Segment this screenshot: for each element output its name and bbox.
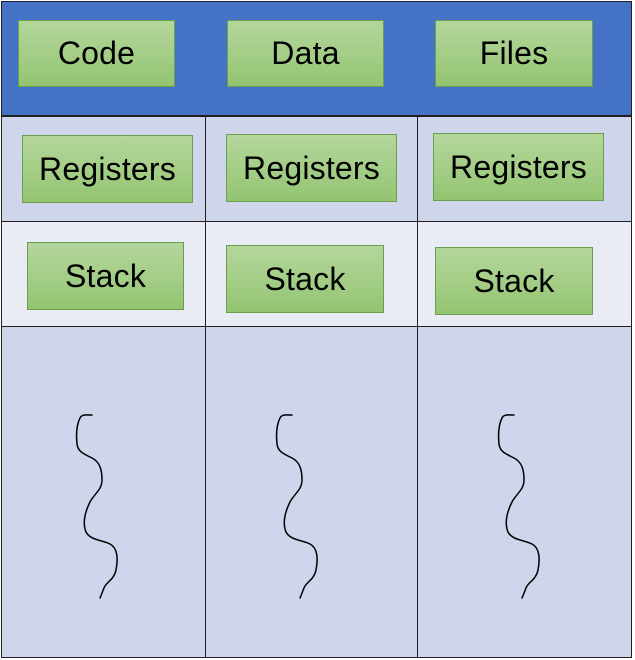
data-box: Data <box>227 20 384 87</box>
files-box: Files <box>435 20 593 87</box>
multithreaded-process-diagram: Code Data Files Registers Registers Regi… <box>0 0 635 660</box>
thread-3-stack-box: Stack <box>435 247 593 315</box>
code-box: Code <box>18 20 175 87</box>
thread-1-registers-box: Registers <box>22 135 193 203</box>
column-divider <box>205 116 206 658</box>
thread-squiggle-icon <box>497 414 540 599</box>
thread-2-registers-box: Registers <box>226 134 397 202</box>
thread-squiggle-icon <box>275 414 318 599</box>
thread-3-registers-box: Registers <box>433 133 604 201</box>
thread-2-stack-box: Stack <box>226 245 384 313</box>
thread-squiggle-icon <box>75 414 118 599</box>
thread-1-stack-box: Stack <box>27 242 184 310</box>
column-divider <box>417 116 418 658</box>
